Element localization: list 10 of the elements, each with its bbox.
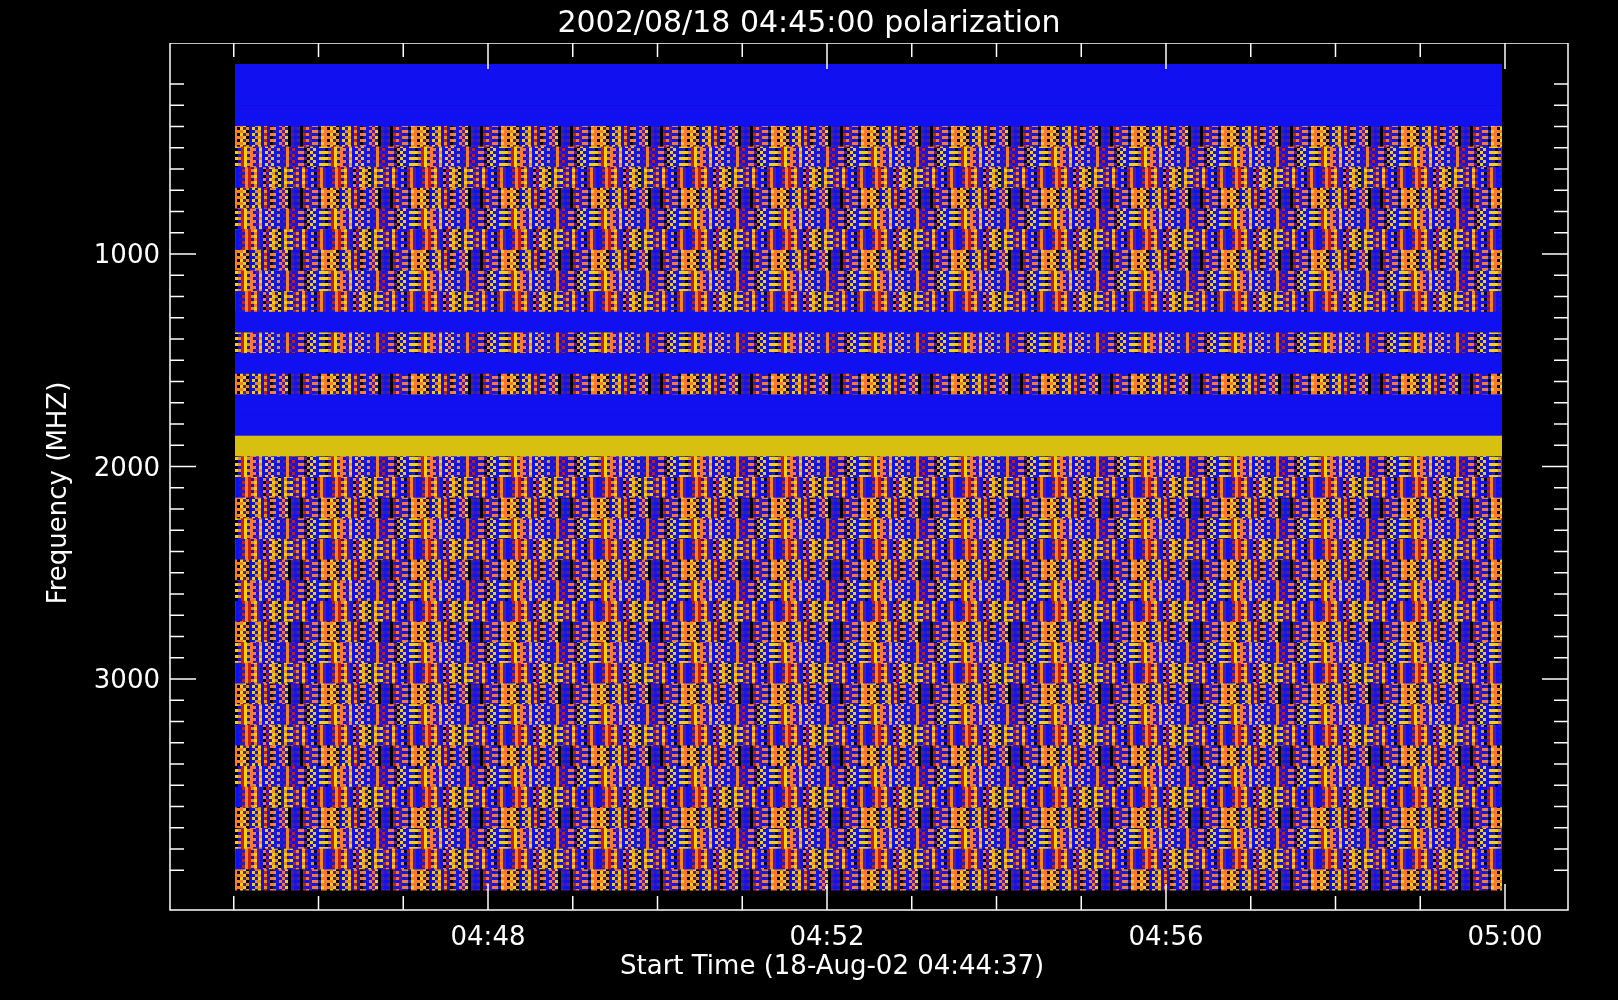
- y-tick-label: 1000: [92, 241, 160, 267]
- y-tick-label: 2000: [92, 453, 160, 480]
- y-tick-label: 3000: [92, 666, 160, 692]
- x-tick-label: 05:00: [1466, 923, 1544, 949]
- x-axis-label: Start Time (18-Aug-02 04:44:37): [620, 952, 1045, 978]
- chart-title: 2002/08/18 04:45:00 polarization: [557, 6, 1061, 37]
- x-tick-label: 04:56: [1127, 923, 1205, 949]
- x-tick-label: 04:48: [449, 923, 527, 949]
- y-axis-label: Frequency (MHZ): [44, 381, 70, 605]
- x-tick-label: 04:52: [788, 923, 866, 949]
